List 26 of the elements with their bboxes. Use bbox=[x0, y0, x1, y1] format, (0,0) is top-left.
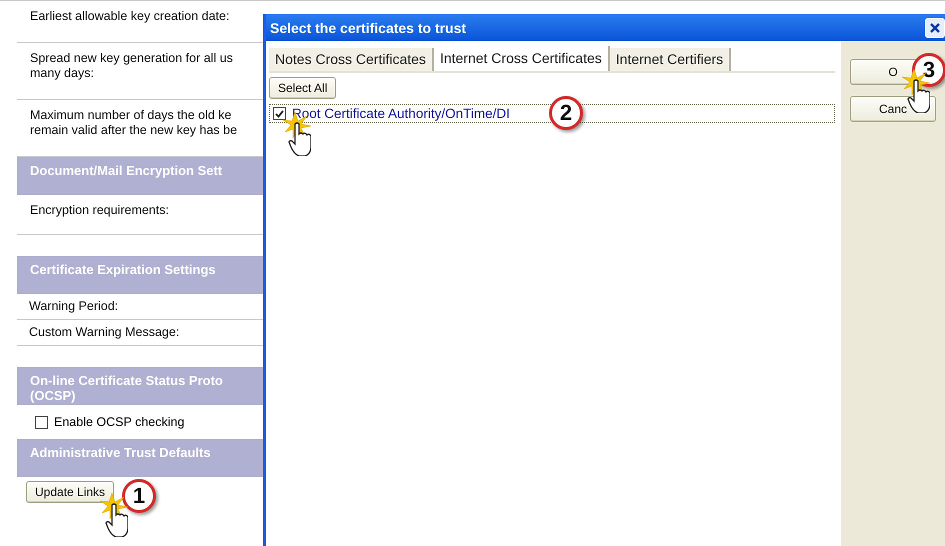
tab[interactable]: Internet Certifiers bbox=[610, 48, 732, 71]
field-label: Maximum number of days the old ke bbox=[30, 108, 232, 123]
field-label: remain valid after the new key has be bbox=[30, 123, 238, 138]
field-label: many days: bbox=[30, 66, 95, 81]
section-heading: Administrative Trust Defaults bbox=[30, 445, 212, 460]
field-label: Encryption requirements: bbox=[30, 203, 170, 218]
checkbox[interactable] bbox=[273, 107, 286, 120]
close-button[interactable] bbox=[925, 18, 945, 38]
select-all-button[interactable]: Select All bbox=[269, 77, 336, 99]
section-heading: (OCSP) bbox=[30, 388, 76, 403]
field-label: Custom Warning Message: bbox=[29, 325, 180, 340]
close-icon bbox=[929, 22, 941, 34]
step-badge: 1 bbox=[122, 479, 156, 513]
section-heading: On-line Certificate Status Proto bbox=[30, 373, 224, 388]
section-heading: Document/Mail Encryption Sett bbox=[30, 163, 224, 178]
section-heading: Certificate Expiration Settings bbox=[30, 262, 217, 277]
tab[interactable]: Notes Cross Certificates bbox=[269, 48, 434, 71]
checkbox[interactable] bbox=[35, 416, 48, 428]
dialog-title: Select the certificates to trust bbox=[270, 20, 466, 36]
field-label: Warning Period: bbox=[29, 299, 120, 314]
step-badge: 2 bbox=[549, 96, 583, 130]
checkmark-icon bbox=[275, 110, 284, 118]
field-label: Earliest allowable key creation date: bbox=[30, 9, 230, 24]
field-label: Spread new key generation for all us bbox=[30, 51, 234, 66]
update-links-button[interactable]: Update Links bbox=[26, 481, 114, 503]
checkbox-label: Enable OCSP checking bbox=[54, 415, 184, 429]
